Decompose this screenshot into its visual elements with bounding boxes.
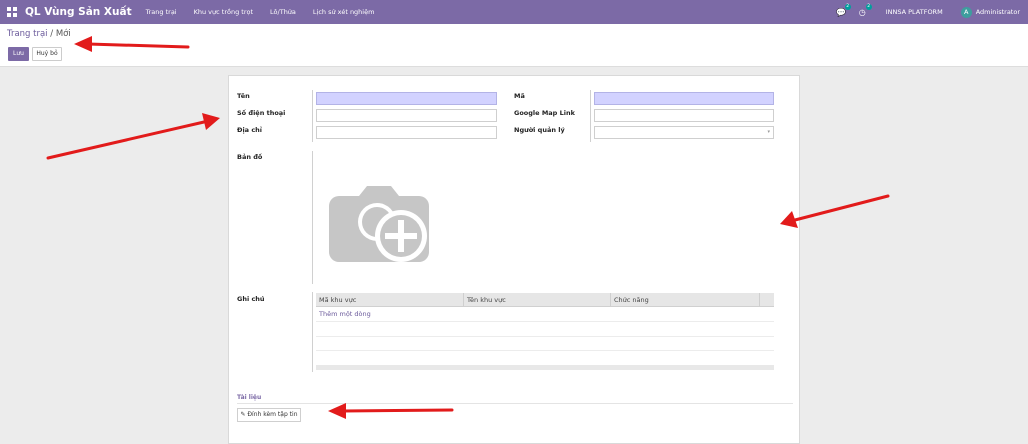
breadcrumb-current: Mới: [55, 29, 71, 39]
map-link-label: Google Map Link: [514, 109, 575, 117]
table-header: Mã khu vực Tên khu vực Chức năng: [316, 293, 774, 307]
menu-item-plot[interactable]: Lô/Thửa: [270, 8, 296, 16]
phone-input[interactable]: [316, 109, 497, 122]
column-separator: [759, 293, 760, 307]
phone-label: Số điện thoại: [237, 109, 286, 117]
map-link-input[interactable]: [594, 109, 774, 122]
apps-grid-icon[interactable]: [7, 7, 17, 17]
form-sheet: Tên Số điện thoại Địa chỉ Mã Google Map …: [228, 75, 800, 444]
menu-item-farm[interactable]: Trang trại: [146, 8, 177, 16]
breadcrumb-parent[interactable]: Trang trại: [7, 29, 48, 39]
table-horizontal-scrollbar[interactable]: [316, 365, 774, 370]
notes-label: Ghi chú: [237, 295, 265, 303]
manager-select[interactable]: ▾: [594, 126, 774, 139]
discard-button[interactable]: Huỷ bỏ: [32, 47, 62, 61]
table-row: [316, 322, 774, 337]
column-area-name[interactable]: Tên khu vực: [467, 296, 506, 304]
column-separator: [463, 293, 464, 307]
breadcrumb: Trang trại / Mới: [7, 29, 71, 39]
top-navbar: QL Vùng Sản Xuất Trang trại Khu vực trồn…: [0, 0, 1028, 24]
column-area-code[interactable]: Mã khu vực: [319, 296, 356, 304]
app-brand[interactable]: QL Vùng Sản Xuất: [25, 6, 132, 18]
documents-title: Tài liệu: [237, 394, 262, 401]
column-function[interactable]: Chức năng: [614, 296, 649, 304]
table-row: Thêm một dòng: [316, 307, 774, 322]
menu-item-cultivation-area[interactable]: Khu vực trồng trọt: [194, 8, 253, 16]
chevron-down-icon: ▾: [767, 129, 770, 135]
activity-badge: 2: [865, 3, 872, 10]
table-row: [316, 336, 774, 351]
arrow-form-fields: [46, 120, 206, 160]
systray: 💬 2 ◷ 2 INNSA PLATFORM A Administrator: [836, 0, 1020, 24]
right-group-divider: [590, 90, 591, 142]
company-switcher[interactable]: INNSA PLATFORM: [886, 8, 943, 16]
main-menu: Trang trại Khu vực trồng trọt Lô/Thửa Lị…: [146, 8, 392, 16]
attach-file-button[interactable]: ✎ Đính kèm tập tin: [237, 408, 301, 422]
code-label: Mã: [514, 92, 525, 100]
chat-icon[interactable]: 💬 2: [836, 3, 851, 18]
add-image-camera-icon[interactable]: [329, 176, 431, 264]
activity-clock-icon[interactable]: ◷ 2: [857, 3, 872, 18]
table-row: [316, 351, 774, 366]
name-label: Tên: [237, 92, 250, 100]
arrow-image: [793, 194, 890, 222]
save-button[interactable]: Lưu: [8, 47, 29, 61]
column-separator: [610, 293, 611, 307]
address-label: Địa chỉ: [237, 126, 263, 134]
notes-divider: [312, 292, 313, 372]
menu-item-test-history[interactable]: Lịch sử xét nghiệm: [313, 8, 375, 16]
chat-badge: 2: [844, 3, 851, 10]
control-panel: Trang trại / Mới Lưu Huỷ bỏ: [0, 24, 1028, 67]
name-input[interactable]: [316, 92, 497, 105]
documents-divider: [237, 403, 793, 404]
code-input[interactable]: [594, 92, 774, 105]
breadcrumb-separator: /: [47, 29, 56, 39]
user-name[interactable]: Administrator: [976, 8, 1020, 16]
user-avatar[interactable]: A: [960, 6, 972, 18]
add-line-link[interactable]: Thêm một dòng: [319, 310, 371, 318]
manager-label: Người quản lý: [514, 126, 565, 134]
map-label: Bản đồ: [237, 153, 263, 161]
map-divider: [312, 151, 313, 284]
address-input[interactable]: [316, 126, 497, 139]
left-group-divider: [312, 90, 313, 142]
arrow-head: [202, 113, 220, 130]
